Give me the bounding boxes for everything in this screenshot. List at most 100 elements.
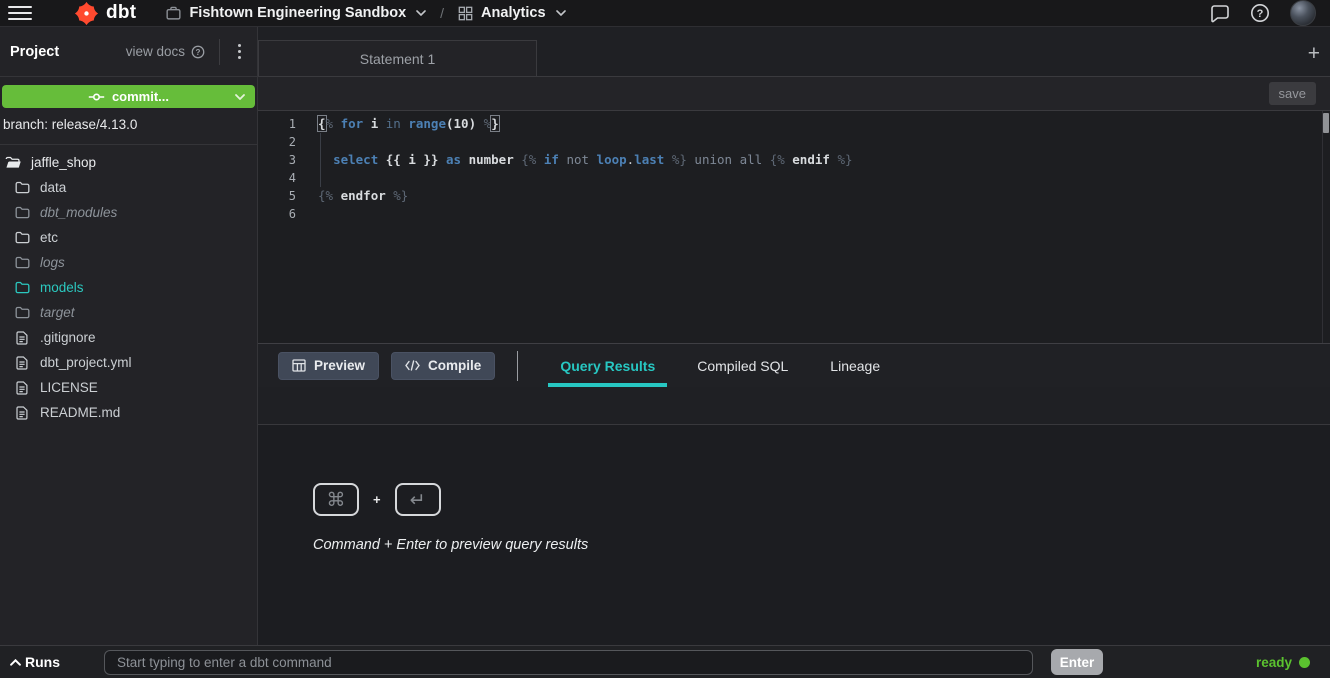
- tree-item-logs[interactable]: logs: [0, 250, 257, 275]
- tree-item-models[interactable]: models: [0, 275, 257, 300]
- tree-item-target[interactable]: target: [0, 300, 257, 325]
- line-number: 5: [258, 187, 296, 205]
- status-indicator: ready: [1256, 655, 1310, 670]
- folder-icon: [13, 181, 31, 194]
- dbt-logo: dbt: [74, 1, 136, 26]
- tree-item--gitignore[interactable]: .gitignore: [0, 325, 257, 350]
- project-selector[interactable]: Analytics: [458, 5, 565, 21]
- chevron-up-icon: [10, 659, 21, 666]
- compile-button-label: Compile: [428, 358, 481, 373]
- help-icon[interactable]: ?: [1250, 3, 1270, 23]
- editor-scrollbar-thumb[interactable]: [1323, 113, 1329, 133]
- tree-item-jaffle-shop[interactable]: jaffle_shop: [0, 150, 257, 175]
- add-tab-button[interactable]: +: [1308, 43, 1320, 64]
- results-content: ⌘ + ↵ Command + Enter to preview query r…: [258, 425, 1330, 645]
- results-tab-compiled-sql[interactable]: Compiled SQL: [676, 344, 809, 387]
- user-avatar[interactable]: [1290, 0, 1316, 26]
- line-number: 1: [258, 115, 296, 133]
- grid-icon: [458, 6, 473, 21]
- sidebar-menu-icon[interactable]: [232, 41, 247, 62]
- tree-item-dbt-project-yml[interactable]: dbt_project.yml: [0, 350, 257, 375]
- code-icon: [405, 360, 420, 371]
- code-line[interactable]: 6: [258, 205, 1330, 223]
- tree-item-label: dbt_modules: [40, 205, 117, 220]
- chat-icon[interactable]: [1210, 4, 1230, 23]
- branch-label: branch: release/4.13.0: [3, 117, 254, 132]
- table-icon: [292, 359, 306, 372]
- results-tab-query-results[interactable]: Query Results: [539, 344, 676, 387]
- account-selector[interactable]: Fishtown Engineering Sandbox: [166, 5, 426, 21]
- editor-column: Statement 1 + save 1{% for i in range(10…: [258, 27, 1330, 645]
- results-toolbar-divider: [517, 351, 518, 381]
- dbt-command-input[interactable]: [104, 650, 1033, 675]
- tree-item-label: .gitignore: [40, 330, 96, 345]
- code-editor[interactable]: 1{% for i in range(10) %}23 select {{ i …: [258, 111, 1330, 343]
- tab-label: Statement 1: [360, 51, 436, 67]
- code-text: [296, 133, 318, 151]
- commit-button-label: commit...: [112, 89, 169, 104]
- folder-icon: [13, 281, 31, 294]
- tree-item-label: dbt_project.yml: [40, 355, 132, 370]
- hamburger-menu-icon[interactable]: [8, 6, 32, 20]
- results-tab-lineage[interactable]: Lineage: [809, 344, 901, 387]
- tree-item-readme-md[interactable]: README.md: [0, 400, 257, 425]
- view-docs-link[interactable]: view docs ?: [126, 44, 205, 59]
- preview-button-label: Preview: [314, 358, 365, 373]
- tree-item-label: target: [40, 305, 75, 320]
- editor-toolbar: save: [258, 77, 1330, 111]
- indent-guide: [320, 133, 321, 187]
- preview-button[interactable]: Preview: [278, 352, 379, 380]
- topbar-right-group: ?: [1210, 0, 1316, 26]
- runs-label: Runs: [25, 654, 60, 670]
- code-line[interactable]: 2: [258, 133, 1330, 151]
- code-lines: 1{% for i in range(10) %}23 select {{ i …: [258, 115, 1330, 223]
- account-label: Fishtown Engineering Sandbox: [189, 5, 406, 21]
- tree-item-license[interactable]: LICENSE: [0, 375, 257, 400]
- tree-item-dbt-modules[interactable]: dbt_modules: [0, 200, 257, 225]
- commit-chevron-down-icon: [235, 94, 245, 100]
- status-label: ready: [1256, 655, 1292, 670]
- command-bar: Runs Enter ready: [0, 645, 1330, 678]
- line-number: 4: [258, 169, 296, 187]
- code-line[interactable]: 1{% for i in range(10) %}: [258, 115, 1330, 133]
- editor-tab-bar: Statement 1 +: [258, 27, 1330, 77]
- dbt-logo-icon: [74, 1, 99, 26]
- dbt-cloud-ide: dbt Fishtown Engineering Sandbox / Analy…: [0, 0, 1330, 678]
- folder-icon: [13, 206, 31, 219]
- commit-button[interactable]: commit...: [2, 85, 255, 108]
- view-docs-label: view docs: [126, 44, 185, 59]
- code-line[interactable]: 5{% endfor %}: [258, 187, 1330, 205]
- results-panel: Preview Compile Query ResultsCompiled SQ…: [258, 343, 1330, 645]
- save-button[interactable]: save: [1269, 82, 1316, 105]
- results-toolbar: Preview Compile Query ResultsCompiled SQ…: [258, 344, 1330, 387]
- tree-item-label: etc: [40, 230, 58, 245]
- tab-statement-1[interactable]: Statement 1: [258, 40, 537, 76]
- code-line[interactable]: 4: [258, 169, 1330, 187]
- enter-button[interactable]: Enter: [1051, 649, 1103, 675]
- editor-scrollbar[interactable]: [1322, 111, 1330, 343]
- docs-help-icon: ?: [191, 45, 205, 59]
- line-number: 3: [258, 151, 296, 169]
- chevron-down-icon: [416, 10, 426, 16]
- runs-toggle[interactable]: Runs: [8, 654, 104, 670]
- status-dot: [1299, 657, 1310, 668]
- file-icon: [13, 381, 31, 395]
- code-text: [296, 205, 318, 223]
- tree-item-etc[interactable]: etc: [0, 225, 257, 250]
- tree-item-data[interactable]: data: [0, 175, 257, 200]
- command-key-icon: ⌘: [313, 483, 359, 516]
- enter-key-icon: ↵: [395, 483, 441, 516]
- tree-item-label: jaffle_shop: [31, 155, 96, 170]
- briefcase-icon: [166, 6, 181, 20]
- breadcrumb-separator: /: [440, 5, 444, 21]
- code-text: {% endfor %}: [296, 187, 408, 205]
- compile-button[interactable]: Compile: [391, 352, 495, 380]
- results-subheader: [258, 387, 1330, 425]
- svg-text:?: ?: [1257, 8, 1264, 20]
- folder-icon: [13, 231, 31, 244]
- folder-open-icon: [4, 156, 22, 169]
- svg-text:?: ?: [196, 47, 201, 56]
- tree-item-label: models: [40, 280, 84, 295]
- code-line[interactable]: 3 select {{ i }} as number {% if not loo…: [258, 151, 1330, 169]
- line-number: 6: [258, 205, 296, 223]
